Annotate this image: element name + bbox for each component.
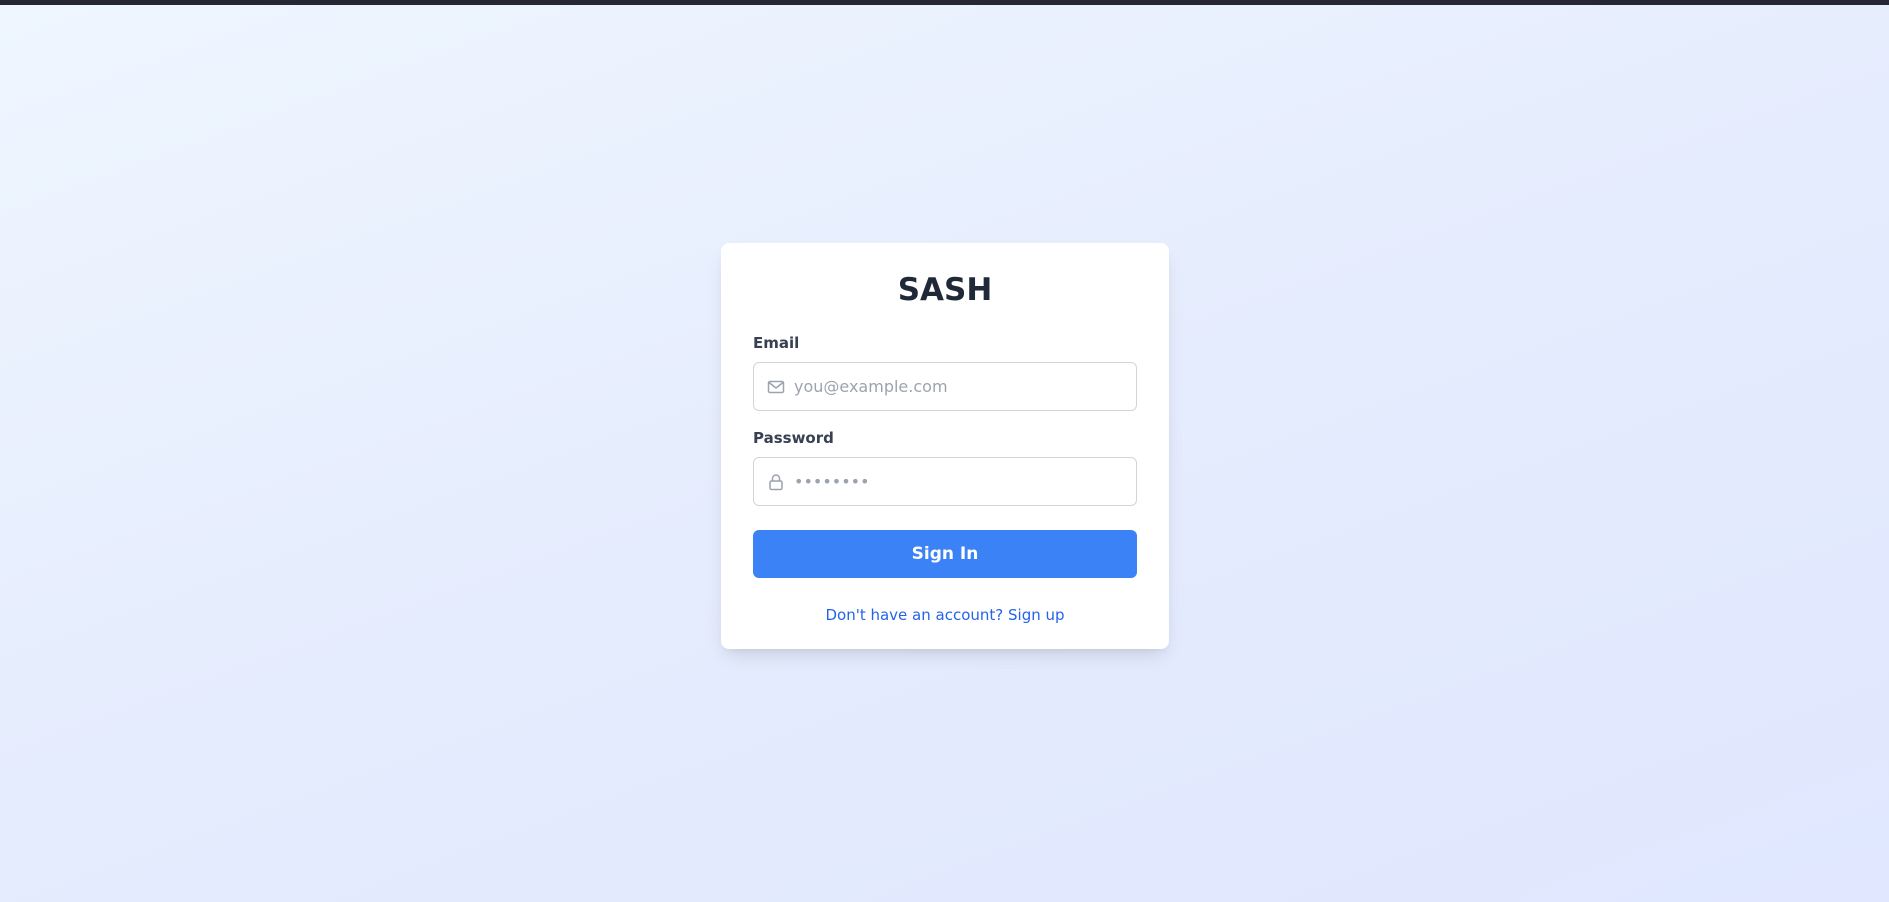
lock-icon xyxy=(766,472,786,492)
sign-in-button[interactable]: Sign In xyxy=(753,530,1137,578)
password-field-wrapper xyxy=(753,457,1137,506)
email-field-wrapper xyxy=(753,362,1137,411)
mail-icon xyxy=(766,377,786,397)
login-card: SASH Email Password Sign In Don't have a… xyxy=(721,243,1169,649)
top-bar xyxy=(0,0,1889,5)
signup-link[interactable]: Don't have an account? Sign up xyxy=(825,606,1064,624)
app-title: SASH xyxy=(897,272,993,308)
password-input[interactable] xyxy=(794,458,1134,505)
password-label: Password xyxy=(753,429,834,447)
signup-row: Don't have an account? Sign up xyxy=(753,605,1137,625)
email-input[interactable] xyxy=(794,363,1134,410)
email-label: Email xyxy=(753,334,800,352)
